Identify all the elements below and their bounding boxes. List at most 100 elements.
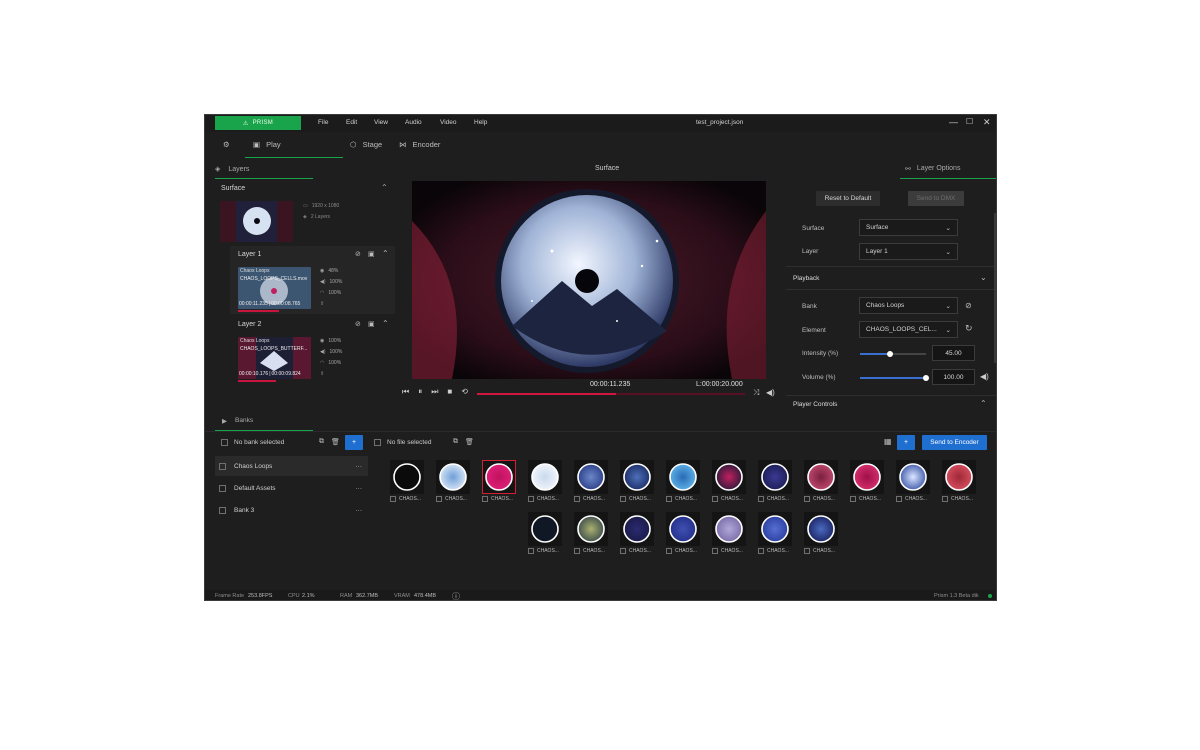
asset-checkbox[interactable] (666, 548, 672, 554)
tab-layer-options[interactable]: ⚯ Layer Options (905, 165, 960, 173)
asset-thumbnail[interactable] (436, 460, 470, 494)
bank-more-icon[interactable]: ··· (356, 485, 369, 492)
asset-checkbox[interactable] (850, 496, 856, 502)
asset-checkbox[interactable] (666, 496, 672, 502)
tab-encoder[interactable]: ⋈ Encoder (399, 140, 440, 149)
intensity-slider-knob[interactable] (886, 351, 893, 357)
layer-1-speed[interactable]: ◠ 100% (320, 290, 341, 296)
delete-file-icon[interactable]: 🗑 (465, 438, 474, 446)
options-scrollbar[interactable] (994, 213, 996, 363)
asset-checkbox[interactable] (574, 548, 580, 554)
tab-layers[interactable]: ◈ Layers (215, 165, 249, 174)
asset-thumbnail[interactable] (712, 460, 746, 494)
volume-input[interactable]: 100.00 (932, 369, 975, 385)
surface-thumbnail[interactable] (220, 201, 293, 242)
asset-thumbnail[interactable] (758, 460, 792, 494)
minimize-icon[interactable]: — (949, 117, 958, 127)
menu-help[interactable]: Help (474, 119, 487, 126)
asset-checkbox[interactable] (620, 548, 626, 554)
bank-more-icon[interactable]: ··· (356, 463, 369, 470)
send-to-encoder-button[interactable]: Send to Encoder (922, 435, 987, 450)
asset-checkbox[interactable] (758, 496, 764, 502)
asset-thumbnail[interactable] (620, 512, 654, 546)
asset-thumbnail[interactable] (942, 460, 976, 494)
volume-slider[interactable] (860, 375, 929, 381)
info-icon[interactable]: ⓘ (452, 591, 460, 600)
layer-2-collapse-icon[interactable]: ⌃ (382, 319, 389, 328)
layer-1-opacity[interactable]: ◉ 48% (320, 268, 338, 274)
menu-edit[interactable]: Edit (346, 119, 357, 126)
playback-chevron-down-icon[interactable]: ⌄ (980, 273, 987, 282)
asset-thumbnail[interactable] (804, 460, 838, 494)
asset-item[interactable]: CHAOS... (666, 512, 700, 554)
layer-2-opacity[interactable]: ◉ 100% (320, 338, 341, 344)
asset-item[interactable]: CHAOS... (758, 460, 792, 502)
asset-checkbox[interactable] (758, 548, 764, 554)
asset-thumbnail[interactable] (482, 460, 516, 494)
reset-to-default-button[interactable]: Reset to Default (816, 191, 880, 206)
asset-checkbox[interactable] (712, 548, 718, 554)
brand-badge[interactable]: ⚠ PRISM (215, 116, 301, 130)
all-files-checkbox[interactable] (374, 439, 381, 446)
layer-select[interactable]: Layer 1 ⌄ (859, 243, 958, 260)
layer-2-solo-icon[interactable]: ▣ (368, 320, 375, 328)
asset-item[interactable]: CHAOS... (804, 512, 838, 554)
player-controls-chevron-up-icon[interactable]: ⌃ (980, 399, 987, 408)
refresh-icon[interactable]: ↻ (965, 323, 973, 334)
asset-item[interactable]: CHAOS... (528, 460, 562, 502)
layer-2-mute-video-icon[interactable]: ⊘ (355, 320, 361, 328)
asset-checkbox[interactable] (620, 496, 626, 502)
bank-checkbox[interactable] (219, 506, 226, 514)
asset-checkbox[interactable] (436, 496, 442, 502)
menu-audio[interactable]: Audio (405, 119, 422, 126)
surface-viewport[interactable] (412, 181, 766, 379)
add-bank-button[interactable]: + (345, 435, 363, 450)
asset-item[interactable]: CHAOS... (712, 460, 746, 502)
copy-bank-icon[interactable]: ⧉ (319, 438, 324, 446)
maximize-icon[interactable]: ☐ (966, 117, 973, 126)
asset-thumbnail[interactable] (712, 512, 746, 546)
asset-item[interactable]: CHAOS... (528, 512, 562, 554)
copy-file-icon[interactable]: ⧉ (453, 438, 458, 446)
asset-thumbnail[interactable] (758, 512, 792, 546)
asset-thumbnail[interactable] (804, 512, 838, 546)
viewport-timeline[interactable] (477, 393, 745, 395)
asset-item[interactable]: CHAOS... (620, 460, 654, 502)
asset-thumbnail[interactable] (528, 460, 562, 494)
solo-icon[interactable]: ▣ (368, 250, 375, 258)
bank-row-default-assets[interactable]: Default Assets ··· (215, 478, 368, 498)
asset-thumbnail[interactable] (574, 460, 608, 494)
menu-view[interactable]: View (374, 119, 388, 126)
grid-view-icon[interactable]: ▦ (884, 437, 892, 446)
asset-thumbnail[interactable] (896, 460, 930, 494)
asset-checkbox[interactable] (528, 548, 534, 554)
shuffle-icon[interactable]: ⤨ (753, 388, 759, 398)
layer-card-2[interactable]: Layer 2 ⊘ ▣ ⌃ Chaos Loops CHAOS_LOOPS_BU… (230, 316, 395, 384)
asset-item[interactable]: CHAOS... (390, 460, 424, 502)
element-select[interactable]: CHAOS_LOOPS_CEL... ⌄ (859, 321, 958, 338)
asset-checkbox[interactable] (390, 496, 396, 502)
bank-checkbox[interactable] (219, 462, 226, 470)
tab-stage[interactable]: ⬡ Stage (350, 140, 382, 149)
asset-thumbnail[interactable] (850, 460, 884, 494)
layer-2-speed[interactable]: ◠ 100% (320, 360, 341, 366)
stop-icon[interactable]: ■ (447, 387, 452, 397)
asset-thumbnail[interactable] (666, 460, 700, 494)
all-banks-checkbox[interactable] (221, 439, 228, 446)
delete-bank-icon[interactable]: 🗑 (331, 438, 340, 446)
asset-item[interactable]: CHAOS... (436, 460, 470, 502)
bank-row-bank-3[interactable]: Bank 3 ··· (215, 500, 368, 520)
send-to-dmx-button[interactable]: Send to DMX (908, 191, 964, 206)
asset-item[interactable]: CHAOS... (574, 460, 608, 502)
asset-checkbox[interactable] (942, 496, 948, 502)
loop-icon[interactable]: ⟲ (461, 387, 468, 397)
settings-gear-icon[interactable]: ⚙ (223, 140, 230, 149)
asset-thumbnail[interactable] (528, 512, 562, 546)
bank-row-chaos-loops[interactable]: Chaos Loops ··· (215, 456, 368, 476)
playback-section-title[interactable]: Playback (793, 275, 819, 282)
skip-back-icon[interactable]: ⏮ (402, 387, 409, 397)
asset-item[interactable]: CHAOS... (758, 512, 792, 554)
asset-item[interactable]: CHAOS... (712, 512, 746, 554)
asset-thumbnail[interactable] (390, 460, 424, 494)
player-controls-title[interactable]: Player Controls (793, 401, 837, 408)
